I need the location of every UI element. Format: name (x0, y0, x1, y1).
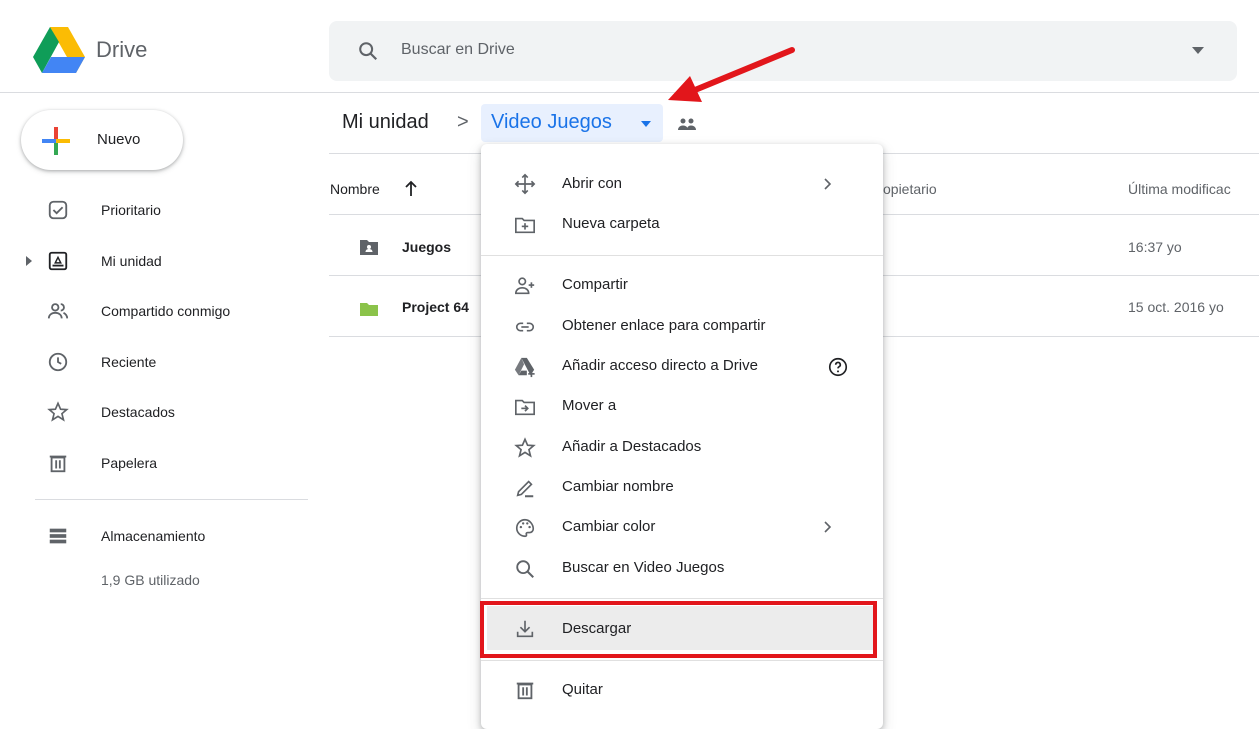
menu-item-cambiar-nombre[interactable]: Cambiar nombre (562, 478, 674, 495)
search-options-icon[interactable] (1192, 47, 1204, 55)
breadcrumb-current-label: Video Juegos (491, 111, 612, 133)
trash-icon (514, 679, 536, 701)
sidebar-item-label: Papelera (101, 455, 158, 471)
breadcrumb-root[interactable]: Mi unidad (342, 111, 429, 134)
plus-icon (40, 125, 72, 157)
sidebar-item-label: Destacados (101, 404, 175, 420)
storage-icon (47, 525, 69, 547)
sidebar-item-label: Reciente (101, 354, 157, 370)
folder-icon (359, 300, 379, 318)
menu-item-compartir[interactable]: Compartir (562, 276, 628, 293)
link-icon (514, 316, 536, 338)
clock-icon (47, 351, 69, 373)
sidebar-divider (35, 499, 308, 500)
pencil-icon (514, 477, 536, 499)
move-arrows-icon (514, 173, 536, 195)
column-header-name[interactable]: Nombre (330, 181, 380, 197)
red-arrow-annotation-icon (660, 40, 800, 110)
sidebar-item-label: Prioritario (101, 202, 161, 218)
highlight-annotation-box (480, 601, 877, 658)
breadcrumb-separator: > (457, 111, 469, 133)
column-header-owner[interactable]: opietario (883, 181, 937, 197)
menu-item-quitar[interactable]: Quitar (562, 681, 603, 698)
trash-icon (47, 452, 69, 474)
sort-arrow-up-icon[interactable] (403, 179, 419, 197)
drive-folder-icon (47, 250, 69, 272)
menu-item-abrir-con[interactable]: Abrir con (562, 175, 622, 192)
menu-item-nueva-carpeta[interactable]: Nueva carpeta (562, 215, 660, 232)
check-square-icon (47, 199, 69, 221)
sidebar-item-label: Mi unidad (101, 253, 162, 269)
menu-item-obtener-enlace[interactable]: Obtener enlace para compartir (562, 317, 765, 334)
search-icon (514, 558, 536, 580)
chevron-down-icon (641, 121, 651, 127)
expand-caret-icon[interactable] (25, 256, 33, 266)
file-name[interactable]: Project 64 (402, 299, 469, 315)
shared-people-icon[interactable] (676, 115, 698, 133)
menu-divider (481, 255, 883, 256)
shared-folder-icon (359, 238, 379, 256)
storage-used-text: 1,9 GB utilizado (101, 572, 200, 588)
drive-logo-icon[interactable] (33, 27, 85, 73)
sidebar-item-label: Almacenamiento (101, 528, 206, 544)
chevron-right-icon (824, 521, 832, 533)
menu-divider (481, 598, 883, 599)
file-modified: 15 oct. 2016 yo (1128, 299, 1224, 315)
menu-item-cambiar-color[interactable]: Cambiar color (562, 518, 655, 535)
drive-shortcut-icon (514, 356, 536, 378)
help-icon[interactable] (827, 356, 849, 378)
chevron-right-icon (824, 178, 832, 190)
people-icon (47, 300, 69, 322)
menu-item-destacados[interactable]: Añadir a Destacados (562, 438, 701, 455)
menu-item-mover-a[interactable]: Mover a (562, 397, 616, 414)
add-person-icon (514, 275, 536, 297)
move-folder-icon (514, 396, 536, 418)
palette-icon (514, 517, 536, 539)
menu-item-acceso-directo[interactable]: Añadir acceso directo a Drive (562, 357, 758, 374)
search-icon[interactable] (357, 40, 379, 62)
sidebar-item-label: Compartido conmigo (101, 303, 231, 319)
star-icon (514, 437, 536, 459)
file-modified: 16:37 yo (1128, 239, 1182, 255)
search-input[interactable]: Buscar en Drive (401, 41, 515, 59)
menu-divider (481, 660, 883, 661)
app-name[interactable]: Drive (96, 37, 147, 63)
menu-item-buscar[interactable]: Buscar en Video Juegos (562, 559, 724, 576)
new-folder-icon (514, 214, 536, 236)
star-icon (47, 401, 69, 423)
file-name[interactable]: Juegos (402, 239, 451, 255)
new-button-label: Nuevo (97, 131, 141, 148)
column-header-modified[interactable]: Última modificac (1128, 181, 1231, 197)
